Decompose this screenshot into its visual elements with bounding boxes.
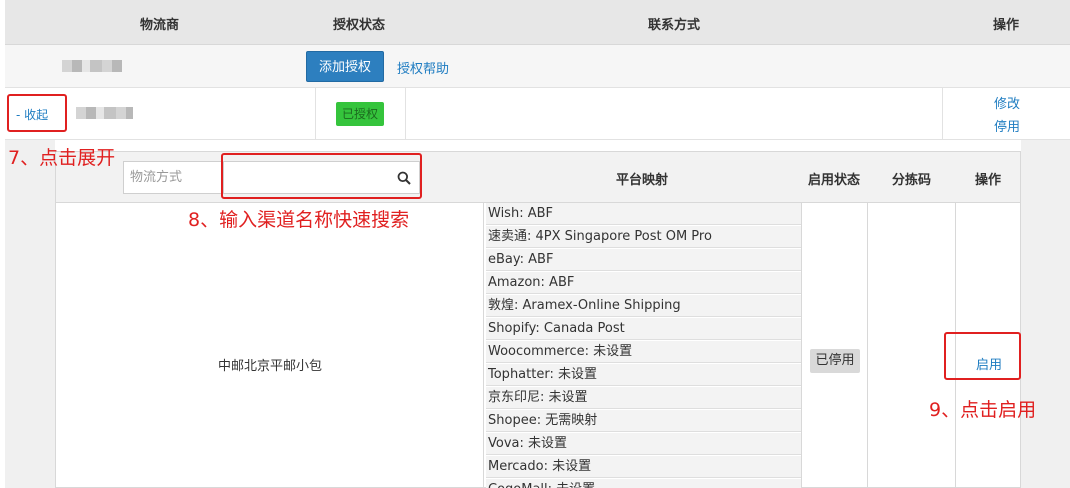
- carrier-row-authorized: - 收起 已授权 修改 停用: [5, 88, 1070, 140]
- sort-code-cell: [868, 203, 956, 488]
- redacted-carrier-name: [76, 107, 133, 119]
- search-type-select[interactable]: 物流方式: [123, 161, 223, 194]
- mapping-item: eBay: ABF: [486, 249, 801, 271]
- annotation-box-search: [221, 153, 422, 199]
- annotation-box-enable: [944, 332, 1021, 380]
- mapping-item: CogoMall: 未设置: [486, 479, 801, 488]
- col-carrier: 物流商: [140, 18, 180, 33]
- detail-panel-left-gutter: [5, 140, 55, 488]
- annotation-step7: 7、点击展开: [8, 147, 116, 169]
- col-contact: 联系方式: [648, 18, 701, 33]
- col-platform-mapping: 平台映射: [616, 173, 669, 188]
- col-auth-status: 授权状态: [333, 18, 386, 33]
- mapping-item: Woocommerce: 未设置: [486, 341, 801, 363]
- channel-table: 物流方式 平台映射 启用状态 分拣码 操作 中邮北京平邮小包 Wish: ABF…: [55, 151, 1021, 488]
- edit-link[interactable]: 修改: [994, 93, 1020, 112]
- mapping-item: Shopee: 无需映射: [486, 410, 801, 432]
- platform-mapping-list: Wish: ABF 速卖通: 4PX Singapore Post OM Pro…: [484, 203, 802, 488]
- mapping-item: Vova: 未设置: [486, 433, 801, 455]
- channel-name: 中邮北京平邮小包: [218, 359, 323, 374]
- col-actions: 操作: [993, 18, 1020, 33]
- redacted-carrier-name: [62, 60, 122, 72]
- col-enable-status: 启用状态: [808, 173, 861, 188]
- mapping-item: Shopify: Canada Post: [486, 318, 801, 340]
- carrier-table-header: 物流商 授权状态 联系方式 操作: [5, 0, 1070, 45]
- detail-panel-right-gutter: [1021, 140, 1070, 488]
- mapping-item: 京东印尼: 未设置: [486, 387, 801, 409]
- mapping-item: 敦煌: Aramex-Online Shipping: [486, 295, 801, 317]
- mapping-item: Mercado: 未设置: [486, 456, 801, 478]
- mapping-item: 速卖通: 4PX Singapore Post OM Pro: [486, 226, 801, 248]
- authorized-badge: 已授权: [336, 102, 384, 126]
- disable-link[interactable]: 停用: [994, 116, 1020, 135]
- enable-status-cell: 已停用: [802, 203, 868, 488]
- channel-table-header: 物流方式 平台映射 启用状态 分拣码 操作: [56, 152, 1020, 203]
- divider: [315, 88, 316, 139]
- carrier-row-add: 添加授权 授权帮助: [5, 45, 1070, 88]
- mapping-item: Tophatter: 未设置: [486, 364, 801, 386]
- col-sort-code: 分拣码: [892, 173, 932, 188]
- annotation-box-collapse: [7, 94, 67, 132]
- mapping-item: Amazon: ABF: [486, 272, 801, 294]
- col-channel-actions: 操作: [975, 173, 1002, 188]
- channel-name-cell: 中邮北京平邮小包: [56, 203, 484, 488]
- mapping-item: Wish: ABF: [486, 203, 801, 225]
- annotation-step9: 9、点击启用: [929, 399, 1037, 421]
- divider: [942, 88, 943, 139]
- auth-help-link[interactable]: 授权帮助: [397, 58, 449, 77]
- divider: [405, 88, 406, 139]
- disabled-badge: 已停用: [810, 349, 860, 373]
- annotation-step8: 8、输入渠道名称快速搜索: [188, 209, 410, 231]
- add-auth-button[interactable]: 添加授权: [306, 51, 384, 82]
